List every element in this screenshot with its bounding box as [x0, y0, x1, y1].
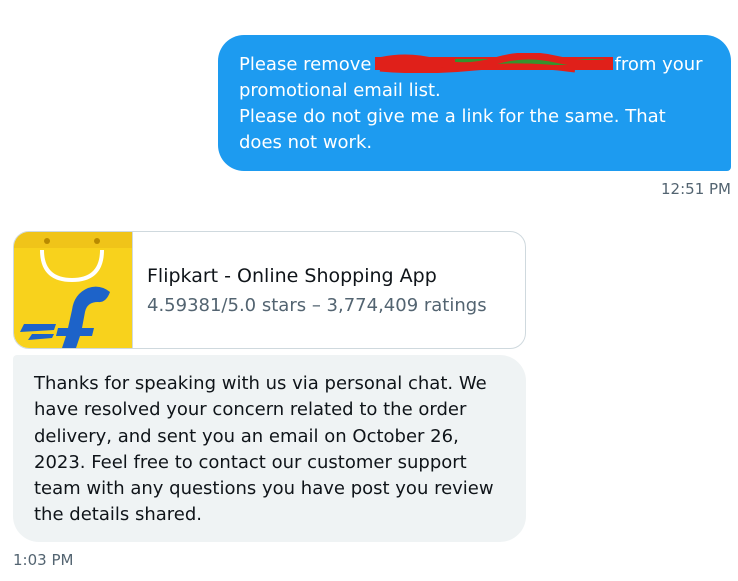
sent-message-timestamp: 12:51 PM — [661, 180, 731, 198]
app-link-card[interactable]: Flipkart - Online Shopping App 4.59381/5… — [13, 231, 526, 349]
sent-message-bubble[interactable]: Please remove from your promotional emai… — [218, 35, 731, 171]
redaction-scribble — [374, 53, 613, 73]
received-message-bubble[interactable]: Thanks for speaking with us via personal… — [13, 355, 526, 542]
sent-message-paragraph-1: Please remove from your promotional emai… — [239, 52, 711, 104]
flipkart-logo-icon — [14, 232, 132, 348]
sent-message-paragraph-2: Please do not give me a link for the sam… — [239, 106, 666, 153]
sent-message-text-start: Please remove — [239, 54, 372, 75]
card-divider — [132, 232, 133, 348]
received-message-text: Thanks for speaking with us via personal… — [34, 373, 494, 526]
app-name: Flipkart - Online Shopping App — [147, 265, 437, 287]
app-rating: 4.59381/5.0 stars – 3,774,409 ratings — [147, 295, 487, 316]
received-message-timestamp: 1:03 PM — [13, 551, 74, 569]
